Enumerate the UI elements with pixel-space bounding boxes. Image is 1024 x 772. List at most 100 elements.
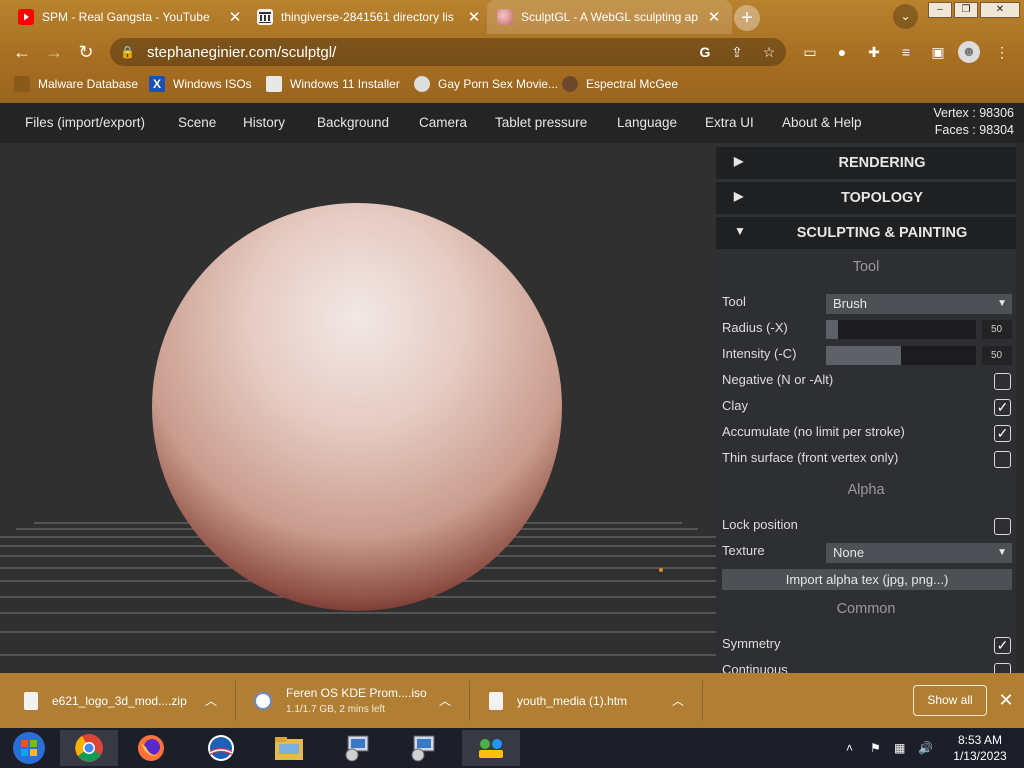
negative-checkbox[interactable] [994,373,1011,390]
intensity-value[interactable]: 50 [982,346,1012,365]
close-tab-icon[interactable]: ✕ [706,8,722,26]
intensity-slider[interactable] [826,346,976,365]
extension-avatar-icon[interactable]: ● [832,42,852,62]
installer-app-icon-2[interactable] [394,730,452,766]
close-tab-icon[interactable]: ✕ [227,8,243,26]
radius-value[interactable]: 50 [982,320,1012,339]
installer-app-icon[interactable] [328,730,386,766]
new-tab-button[interactable]: + [734,5,760,31]
menu-camera[interactable]: Camera [419,103,467,143]
close-downloads-icon[interactable]: ✕ [996,688,1016,712]
section-label: TOPOLOGY [841,190,923,206]
chevron-up-icon[interactable]: ︿ [439,673,451,728]
chrome-icon[interactable] [60,730,118,766]
pivot-dot [659,568,663,572]
bookmark-windows-isos[interactable]: X Windows ISOs [149,76,252,92]
extensions-puzzle-icon[interactable]: ✚ [864,42,884,62]
sculpt-sphere[interactable] [152,203,562,611]
symmetry-label: Symmetry [722,636,781,651]
alpha-heading: Alpha [847,482,885,498]
reload-icon[interactable]: ↻ [74,40,98,64]
download-item[interactable]: youth_media (1).htm [489,673,627,728]
continuous-checkbox[interactable] [994,663,1011,673]
section-sculpting-painting[interactable]: ▼ SCULPTING & PAINTING [716,217,1016,249]
clock[interactable]: 8:53 AM 1/13/2023 [948,732,1012,772]
google-icon[interactable]: G [696,43,714,61]
x-icon: X [149,76,165,92]
star-icon[interactable]: ☆ [760,43,778,61]
menu-files[interactable]: Files (import/export) [25,103,145,143]
clay-label: Clay [722,398,749,413]
menu-background[interactable]: Background [317,103,389,143]
chevron-up-icon[interactable]: ︿ [205,673,217,728]
tool-select[interactable]: Brush ▼ [826,294,1012,314]
action-center-flag-icon[interactable]: ⚑ [870,728,881,768]
restore-icon[interactable]: ❐ [954,2,978,18]
kebab-menu-icon[interactable]: ⋮ [992,42,1012,62]
section-topology[interactable]: ▶ TOPOLOGY [716,182,1016,214]
show-all-button[interactable]: Show all [913,685,987,716]
thin-surface-checkbox[interactable] [994,451,1011,468]
radius-slider[interactable] [826,320,976,339]
bookmark-gay-porn[interactable]: Gay Porn Sex Movie... [414,76,558,92]
menu-tablet-pressure[interactable]: Tablet pressure [495,103,587,143]
bookmarks-bar: Malware Database X Windows ISOs Windows … [0,70,1024,100]
close-window-icon[interactable]: ✕ [980,2,1020,18]
symmetry-checkbox[interactable]: ✓ [994,637,1011,654]
address-bar[interactable]: 🔒 stephaneginier.com/sculptgl/ G ⇪ ☆ [110,38,786,66]
section-rendering[interactable]: ▶ RENDERING [716,147,1016,179]
tab-thingiverse[interactable]: thingiverse-2841561 directory lis ✕ [247,0,492,34]
tab-sculptgl[interactable]: SculptGL - A WebGL sculpting ap ✕ [487,0,732,34]
accumulate-checkbox[interactable]: ✓ [994,425,1011,442]
panel-scrollbar[interactable] [1016,143,1024,673]
minimize-icon[interactable]: – [928,2,952,18]
obama-icon[interactable] [192,730,250,766]
negative-label: Negative (N or -Alt) [722,372,834,387]
menu-extra-ui[interactable]: Extra UI [705,103,754,143]
menu-history[interactable]: History [243,103,285,143]
bookmark-malware-database[interactable]: Malware Database [14,76,138,92]
texture-select[interactable]: None ▼ [826,543,1012,563]
file-explorer-icon[interactable] [260,730,318,766]
share-icon[interactable]: ⇪ [728,43,746,61]
menu-scene[interactable]: Scene [178,103,216,143]
lock-position-checkbox[interactable] [994,518,1011,535]
download-name: youth_media (1).htm [517,693,628,708]
network-app-icon[interactable] [462,730,520,766]
radius-label: Radius (-X) [722,320,788,335]
menu-about-help[interactable]: About & Help [782,103,862,143]
windows-start-icon[interactable] [0,730,58,766]
extension-flag-icon[interactable]: ▭ [800,42,820,62]
tray-expand-icon[interactable]: ˄ [846,728,853,768]
sculpt-viewport[interactable] [0,143,716,673]
bookmark-label: Malware Database [38,77,139,91]
download-item[interactable]: e621_logo_3d_mod....zip [24,673,187,728]
bookmark-windows-11-installer[interactable]: Windows 11 Installer [266,76,400,92]
back-icon[interactable]: ← [10,40,34,64]
menu-language[interactable]: Language [617,103,677,143]
download-divider [235,681,236,721]
forward-icon[interactable]: → [42,40,66,64]
clock-time: 8:53 AM [957,733,1003,747]
download-item[interactable]: Feren OS KDE Prom....iso 1.1/1.7 GB, 2 m… [254,673,427,728]
iso-file-icon [254,691,272,710]
clay-checkbox[interactable]: ✓ [994,399,1011,416]
media-controls-icon[interactable]: ≡ [896,42,916,62]
scene-canvas[interactable] [0,143,716,673]
profile-avatar-icon[interactable]: ☻ [958,41,980,63]
volume-icon[interactable]: 🔊 [918,728,933,768]
close-tab-icon[interactable]: ✕ [466,8,482,26]
sculpt-side-panel: ▶ RENDERING ▶ TOPOLOGY ▼ SCULPTING & PAI… [716,143,1024,673]
html-file-icon [489,691,503,710]
texture-select-value: None [833,545,865,560]
bookmark-espectral-mcgee[interactable]: Espectral McGee [562,76,678,92]
network-icon[interactable]: ▦ [894,728,905,768]
side-panel-icon[interactable]: ▣ [928,42,948,62]
expand-arrow-icon: ▶ [734,189,744,203]
tab-youtube[interactable]: SPM - Real Gangsta - YouTube ✕ [8,0,253,34]
import-alpha-button[interactable]: Import alpha tex (jpg, png...) [722,569,1012,590]
chevron-up-icon[interactable]: ︿ [672,673,684,728]
malware-icon [14,76,30,92]
tab-search-chevron-icon[interactable]: ⌄ [893,4,918,29]
firefox-icon[interactable] [122,730,180,766]
